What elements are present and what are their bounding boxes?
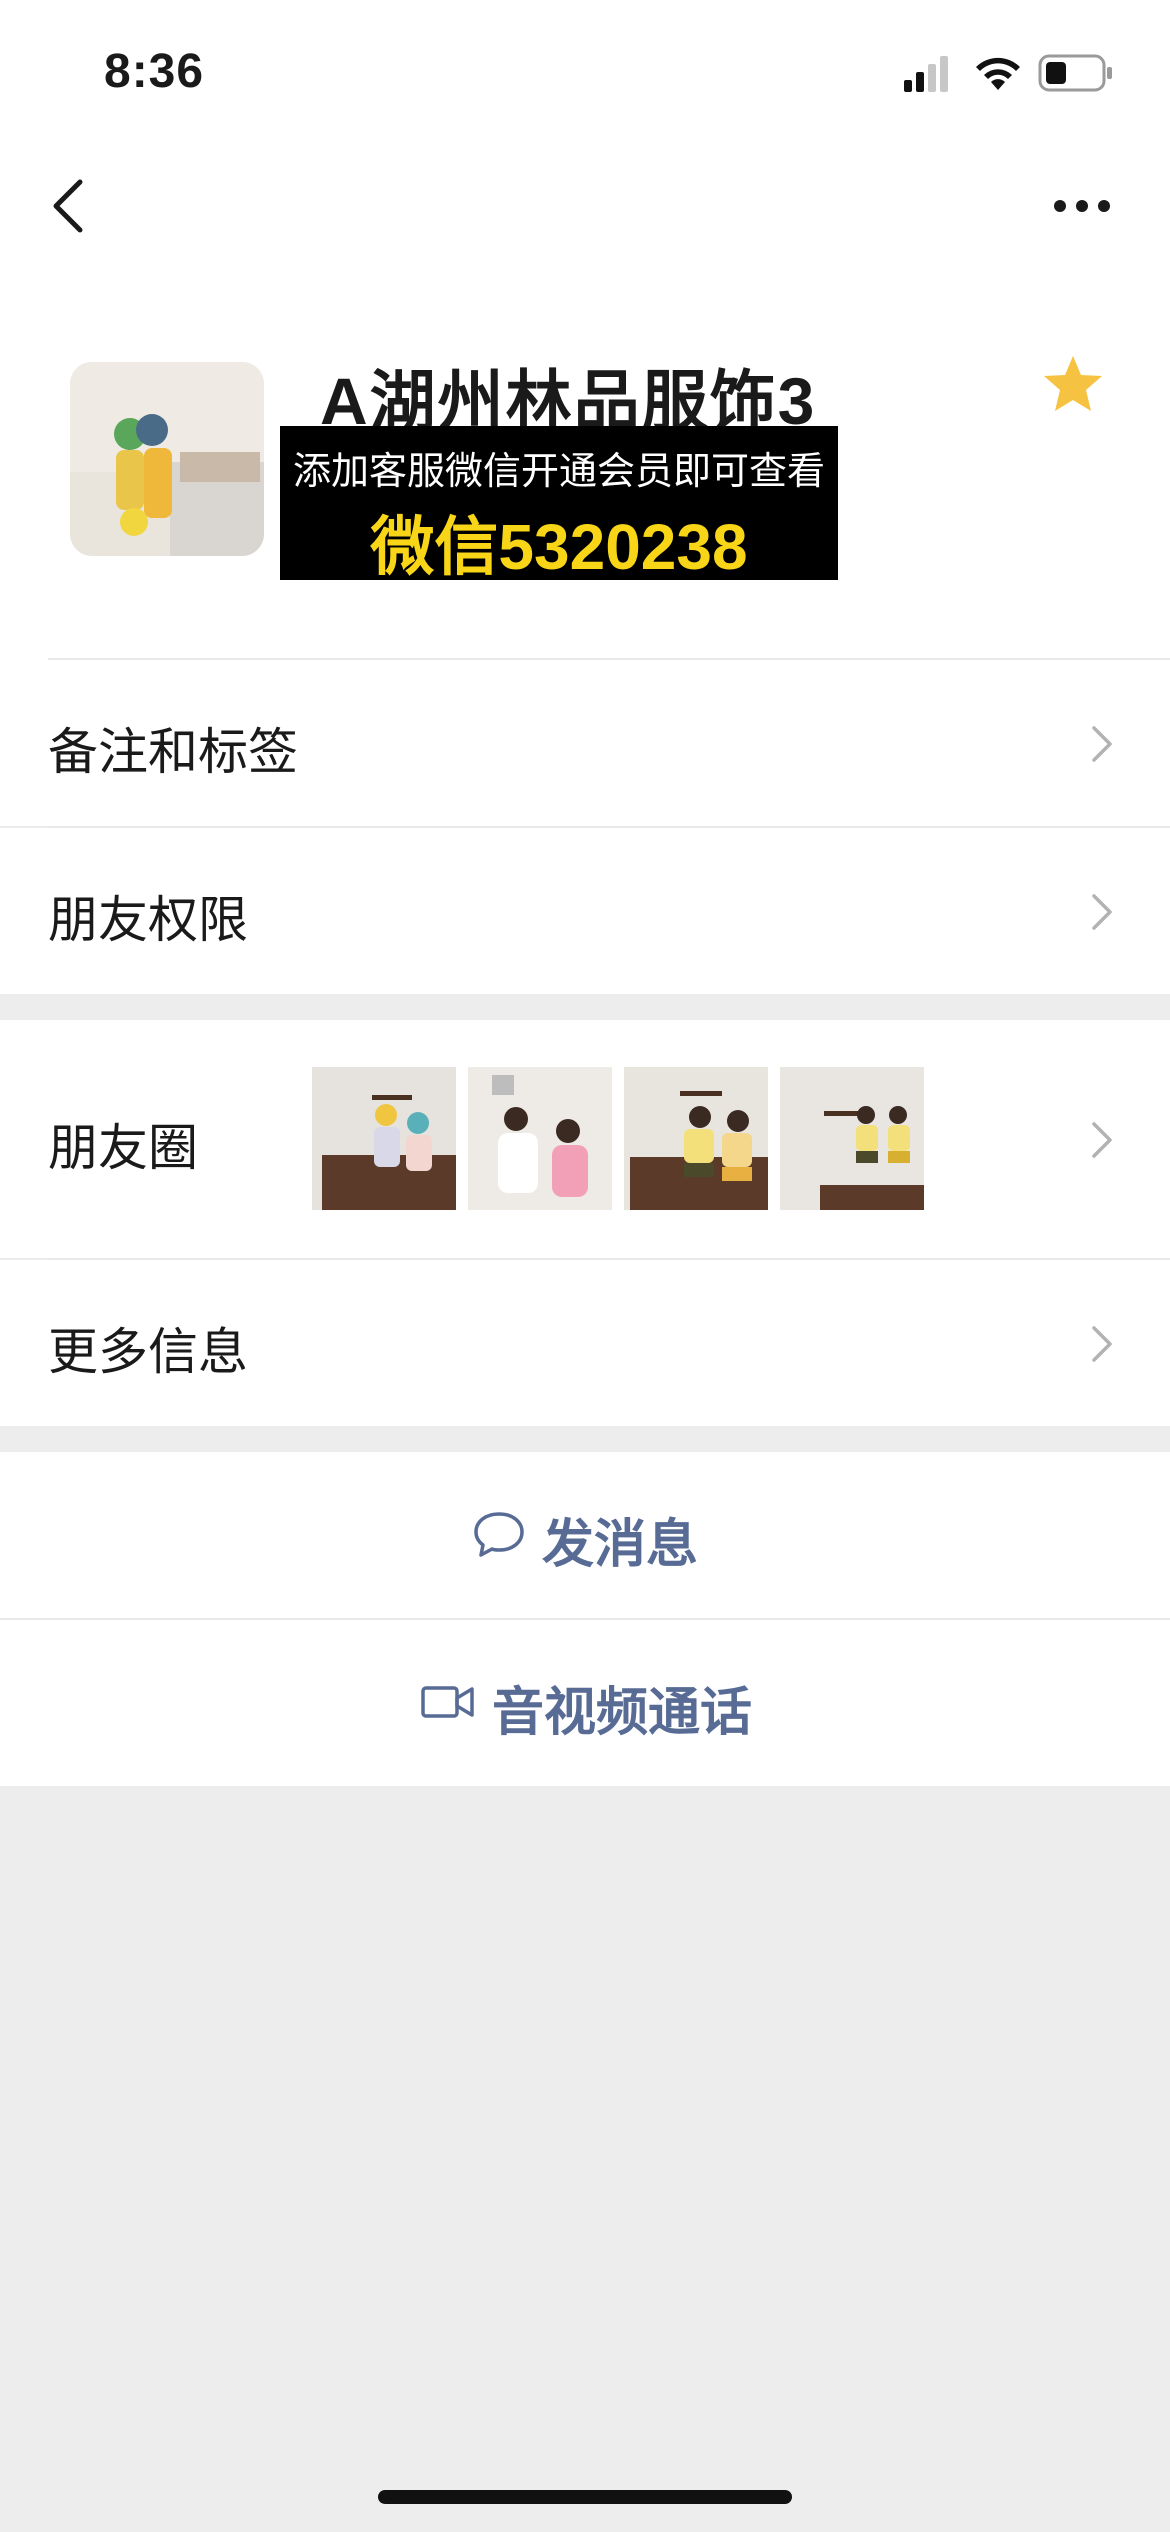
home-indicator (378, 2490, 792, 2504)
signal-icon (904, 56, 948, 92)
send-message-label: 发消息 (542, 1515, 699, 1575)
video-camera-icon (421, 1686, 474, 1718)
moments-thumbnail (624, 1067, 768, 1210)
moments-label: 朋友圈 (48, 1119, 198, 1177)
friend-permissions-row[interactable]: 朋友权限 (0, 828, 1170, 994)
star-icon[interactable] (1042, 354, 1104, 414)
watermark-line2: 微信5320238 (370, 511, 748, 583)
remarks-row[interactable]: 备注和标签 (0, 660, 1170, 826)
chevron-right-icon (1092, 726, 1112, 762)
moments-thumbnail (468, 1067, 612, 1210)
avatar[interactable] (70, 362, 264, 556)
status-time: 8:36 (104, 45, 205, 98)
video-call-button[interactable]: 音视频通话 (0, 1620, 1170, 1786)
remarks-label: 备注和标签 (48, 723, 298, 781)
chevron-right-icon (1092, 894, 1112, 930)
send-message-button[interactable]: 发消息 (0, 1452, 1170, 1618)
video-call-label: 音视频通话 (492, 1683, 753, 1743)
more-info-label: 更多信息 (48, 1323, 248, 1381)
more-dots-icon[interactable] (1052, 188, 1112, 224)
watermark-banner: 添加客服微信开通会员即可查看 微信5320238 (280, 426, 838, 583)
battery-icon (1038, 54, 1112, 92)
watermark-line1: 添加客服微信开通会员即可查看 (292, 449, 825, 493)
chat-bubble-icon (474, 1512, 524, 1557)
moments-thumbnail (312, 1067, 456, 1210)
back-chevron-icon[interactable] (48, 176, 92, 236)
chevron-right-icon (1092, 1122, 1112, 1158)
more-info-row[interactable]: 更多信息 (0, 1260, 1170, 1426)
moments-thumbnail (780, 1067, 924, 1210)
chevron-right-icon (1092, 1326, 1112, 1362)
friend-permissions-label: 朋友权限 (48, 891, 248, 949)
wifi-icon (976, 57, 1020, 90)
